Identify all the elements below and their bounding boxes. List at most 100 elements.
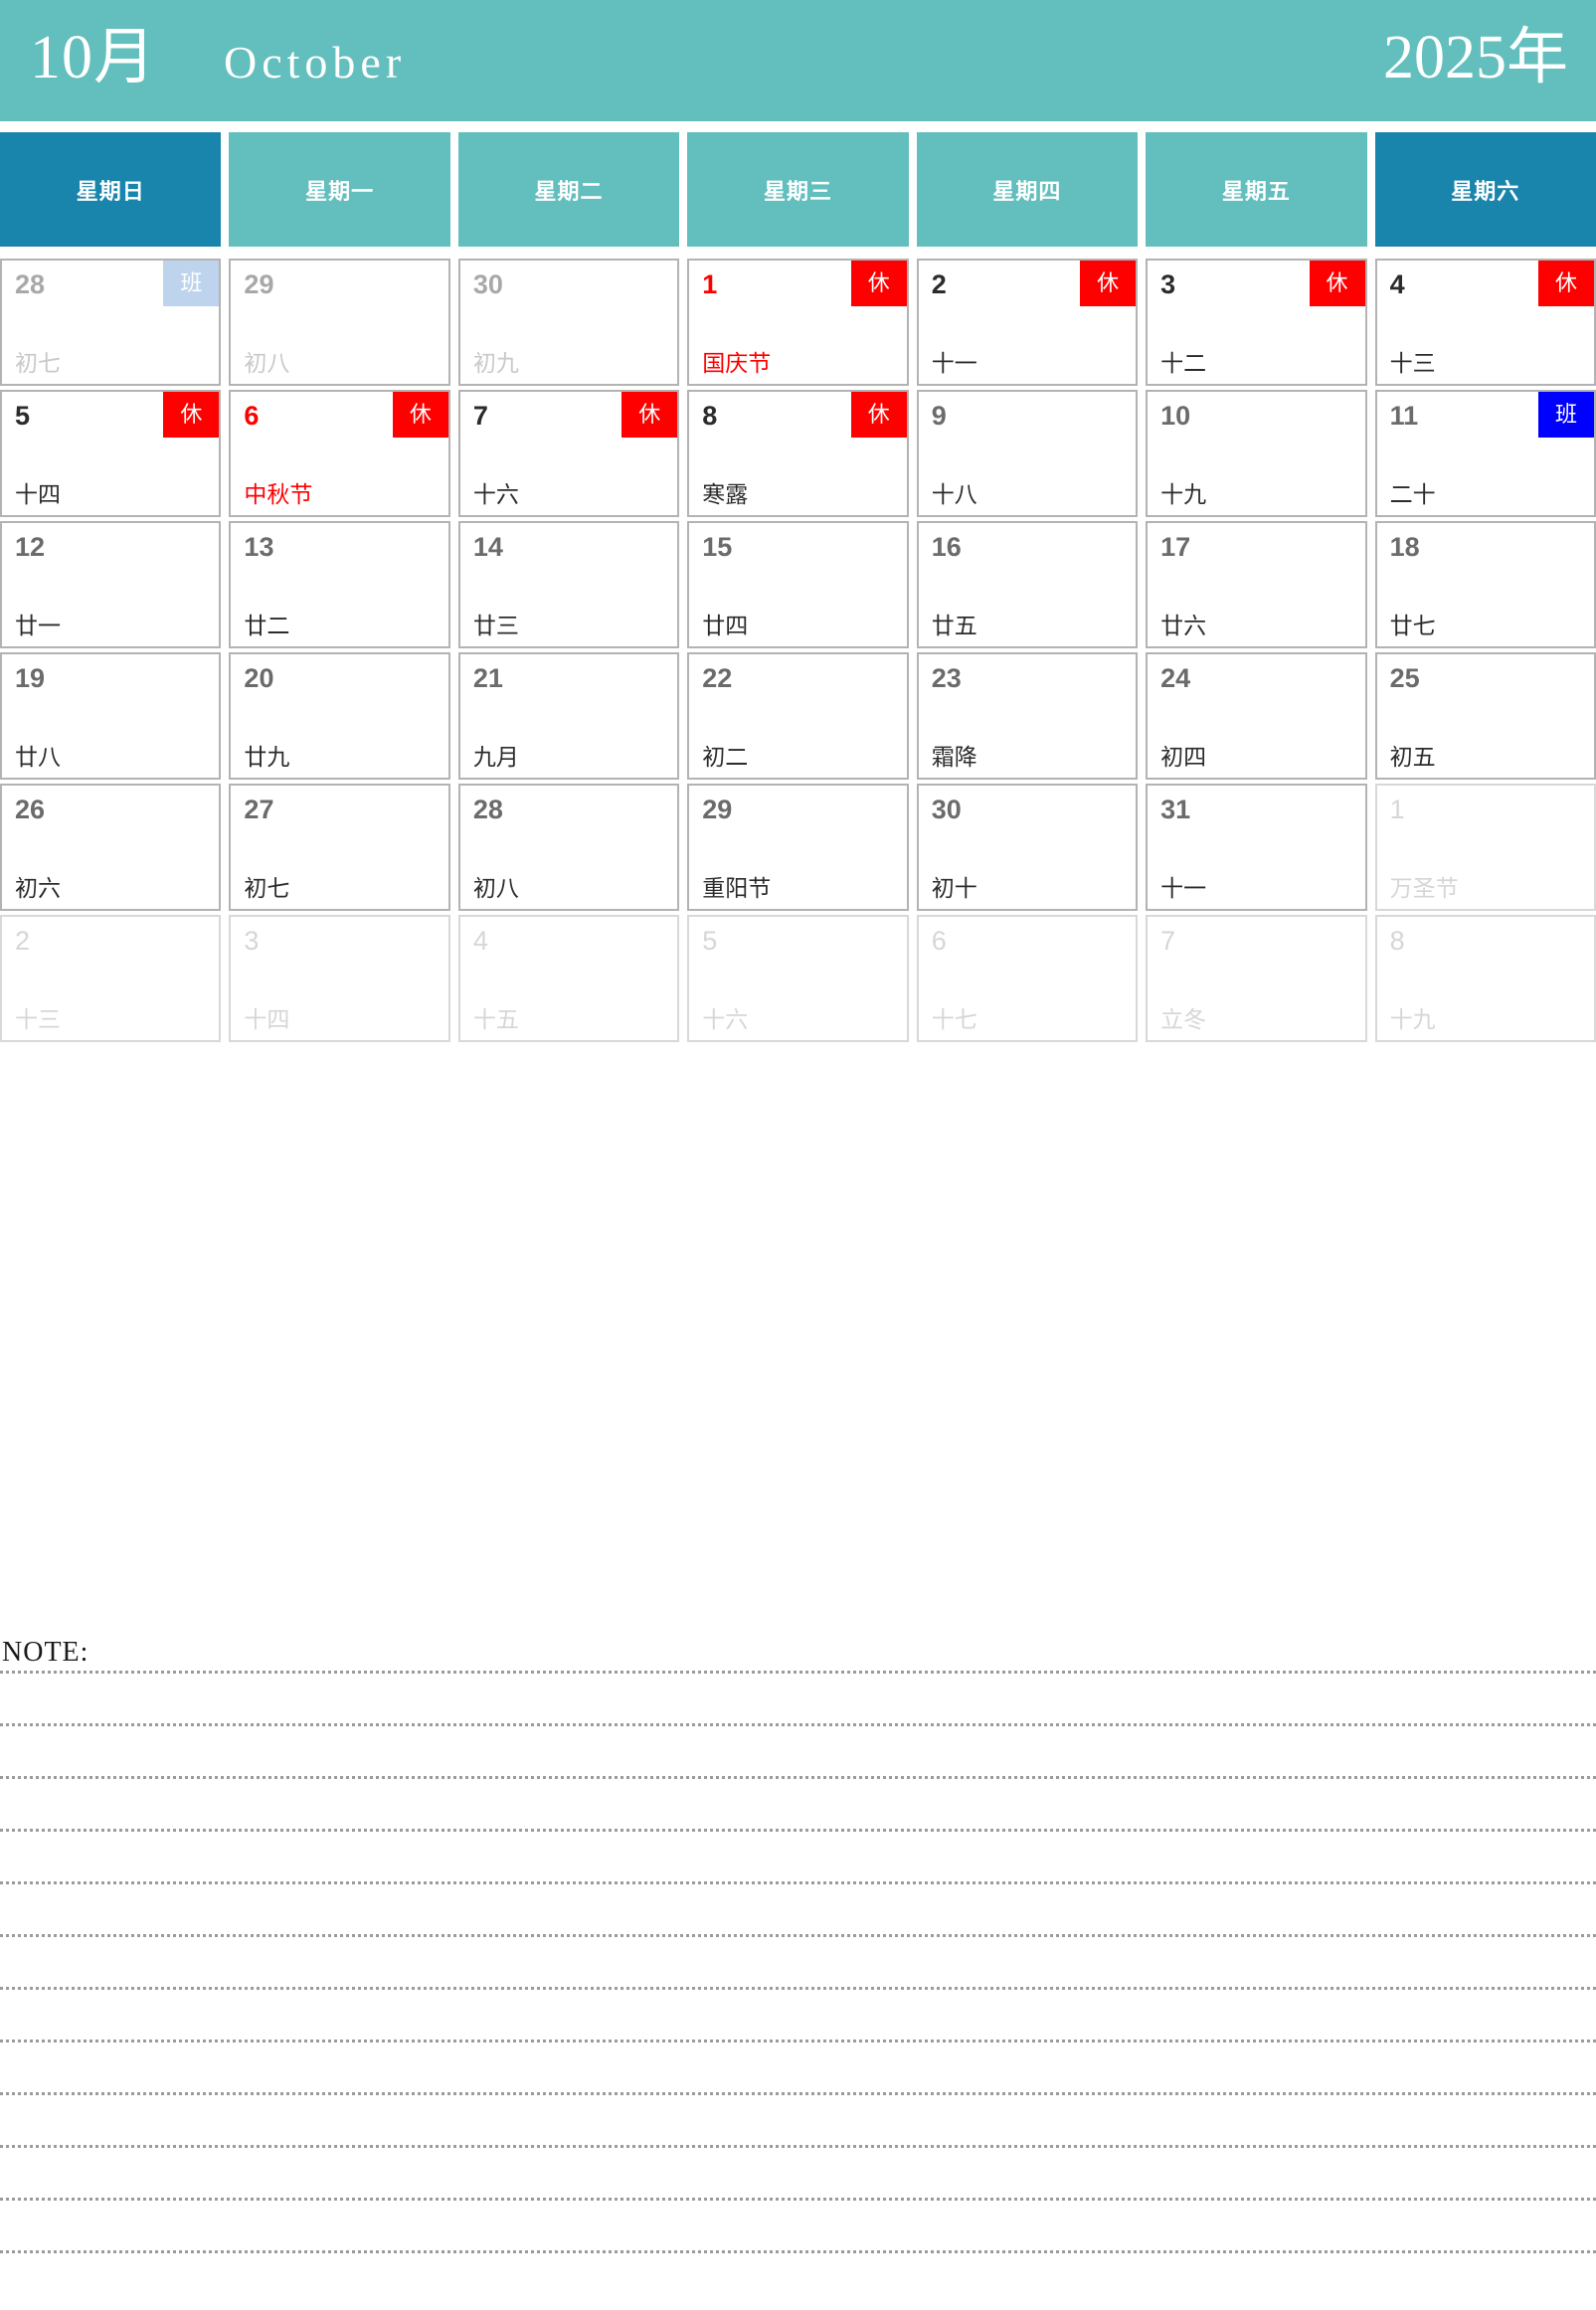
day-cell[interactable]: 11 班二十 bbox=[1374, 390, 1596, 517]
lunar-or-festival-label: 十一 bbox=[931, 351, 977, 376]
weekday-header-6: 星期六 bbox=[1374, 132, 1596, 247]
day-cell[interactable]: 18 廿七 bbox=[1374, 521, 1596, 648]
day-number: 5 bbox=[702, 926, 718, 956]
year-title: 2025年 bbox=[1382, 24, 1568, 91]
day-number: 11 bbox=[1389, 401, 1419, 431]
day-number: 4 bbox=[472, 926, 488, 956]
day-cell[interactable]: 28 初八 bbox=[457, 784, 680, 911]
lunar-or-festival-label: 万圣节 bbox=[1389, 876, 1459, 901]
lunar-or-festival-label: 中秋节 bbox=[244, 482, 313, 507]
weekday-header-3: 星期三 bbox=[687, 132, 909, 247]
day-cell[interactable]: 9 十八 bbox=[916, 390, 1139, 517]
day-cell[interactable]: 2 十三 bbox=[0, 915, 222, 1042]
lunar-or-festival-label: 十四 bbox=[15, 482, 61, 507]
day-cell[interactable]: 21 九月 bbox=[457, 652, 680, 780]
day-cell[interactable]: 27 初七 bbox=[229, 784, 450, 911]
day-cell[interactable]: 23 霜降 bbox=[916, 652, 1139, 780]
day-number: 6 bbox=[931, 926, 947, 956]
day-cell[interactable]: 16 廿五 bbox=[916, 521, 1139, 648]
lunar-or-festival-label: 十三 bbox=[15, 1007, 61, 1032]
note-line[interactable] bbox=[0, 1934, 1596, 1987]
note-line[interactable] bbox=[0, 1881, 1596, 1934]
note-line[interactable] bbox=[0, 1671, 1596, 1723]
day-cell[interactable]: 8 十九 bbox=[1374, 915, 1596, 1042]
day-cell[interactable]: 5 休十四 bbox=[0, 390, 222, 517]
lunar-or-festival-label: 初七 bbox=[15, 351, 61, 376]
lunar-or-festival-label: 初八 bbox=[244, 351, 290, 376]
note-line[interactable] bbox=[0, 1723, 1596, 1776]
day-cell[interactable]: 29 重阳节 bbox=[687, 784, 909, 911]
note-line[interactable] bbox=[0, 2250, 1596, 2303]
day-number: 27 bbox=[244, 795, 274, 824]
day-cell[interactable]: 4 休十三 bbox=[1374, 259, 1596, 386]
lunar-or-festival-label: 十九 bbox=[1160, 482, 1207, 507]
day-cell[interactable]: 14 廿三 bbox=[457, 521, 680, 648]
day-number: 23 bbox=[931, 663, 962, 693]
day-cell[interactable]: 8 休寒露 bbox=[687, 390, 909, 517]
day-cell[interactable]: 26 初六 bbox=[0, 784, 222, 911]
day-number: 15 bbox=[702, 532, 733, 562]
day-cell[interactable]: 1 万圣节 bbox=[1374, 784, 1596, 911]
day-cell[interactable]: 3 休十二 bbox=[1146, 259, 1367, 386]
day-cell[interactable]: 24 初四 bbox=[1146, 652, 1367, 780]
lunar-or-festival-label: 寒露 bbox=[702, 482, 749, 507]
day-cell[interactable]: 30 初九 bbox=[457, 259, 680, 386]
day-cell[interactable]: 15 廿四 bbox=[687, 521, 909, 648]
lunar-or-festival-label: 廿三 bbox=[472, 614, 519, 638]
day-number: 17 bbox=[1160, 532, 1191, 562]
day-cell[interactable]: 20 廿九 bbox=[229, 652, 450, 780]
lunar-or-festival-label: 廿九 bbox=[244, 745, 290, 770]
month-title-cn: 10月 bbox=[30, 24, 157, 91]
day-cell[interactable]: 10 十九 bbox=[1146, 390, 1367, 517]
day-cell[interactable]: 30 初十 bbox=[916, 784, 1139, 911]
day-cell[interactable]: 6 休中秋节 bbox=[229, 390, 450, 517]
day-cell[interactable]: 13 廿二 bbox=[229, 521, 450, 648]
note-line[interactable] bbox=[0, 2092, 1596, 2145]
work-day-badge: 班 bbox=[1538, 392, 1594, 438]
day-number: 21 bbox=[472, 663, 503, 693]
day-number: 4 bbox=[1389, 269, 1405, 299]
day-number: 28 bbox=[15, 269, 46, 299]
day-cell[interactable]: 17 廿六 bbox=[1146, 521, 1367, 648]
note-line[interactable] bbox=[0, 1987, 1596, 2040]
day-number: 28 bbox=[472, 795, 503, 824]
day-number: 22 bbox=[702, 663, 733, 693]
day-cell[interactable]: 5 十六 bbox=[687, 915, 909, 1042]
day-cell[interactable]: 1 休国庆节 bbox=[687, 259, 909, 386]
day-cell[interactable]: 6 十七 bbox=[916, 915, 1139, 1042]
note-line[interactable] bbox=[0, 2145, 1596, 2198]
rest-day-badge: 休 bbox=[1309, 261, 1365, 306]
day-cell[interactable]: 12 廿一 bbox=[0, 521, 222, 648]
day-number: 25 bbox=[1389, 663, 1420, 693]
day-cell[interactable]: 7 立冬 bbox=[1146, 915, 1367, 1042]
day-cell[interactable]: 3 十四 bbox=[229, 915, 450, 1042]
lunar-or-festival-label: 十六 bbox=[472, 482, 519, 507]
lunar-or-festival-label: 初九 bbox=[472, 351, 519, 376]
day-cell[interactable]: 29 初八 bbox=[229, 259, 450, 386]
note-line[interactable] bbox=[0, 2198, 1596, 2250]
day-cell[interactable]: 28 班初七 bbox=[0, 259, 222, 386]
note-section: NOTE: bbox=[0, 1636, 1596, 2292]
day-cell[interactable]: 7 休十六 bbox=[457, 390, 680, 517]
day-number: 29 bbox=[702, 795, 733, 824]
day-cell[interactable]: 31 十一 bbox=[1146, 784, 1367, 911]
lunar-or-festival-label: 初六 bbox=[15, 876, 61, 901]
note-line[interactable] bbox=[0, 1776, 1596, 1829]
lunar-or-festival-label: 重阳节 bbox=[702, 876, 772, 901]
note-lines[interactable] bbox=[0, 1671, 1596, 2303]
day-cell[interactable]: 19 廿八 bbox=[0, 652, 222, 780]
lunar-or-festival-label: 九月 bbox=[472, 745, 519, 770]
day-cell[interactable]: 4 十五 bbox=[457, 915, 680, 1042]
day-number: 24 bbox=[1160, 663, 1191, 693]
day-number: 30 bbox=[472, 269, 503, 299]
day-number: 26 bbox=[15, 795, 46, 824]
day-cell[interactable]: 2 休十一 bbox=[916, 259, 1139, 386]
day-number: 7 bbox=[1160, 926, 1176, 956]
day-cell[interactable]: 25 初五 bbox=[1374, 652, 1596, 780]
lunar-or-festival-label: 十七 bbox=[931, 1007, 977, 1032]
note-line[interactable] bbox=[0, 1829, 1596, 1881]
note-line[interactable] bbox=[0, 2040, 1596, 2092]
day-number: 14 bbox=[472, 532, 503, 562]
rest-day-badge: 休 bbox=[850, 261, 907, 306]
day-cell[interactable]: 22 初二 bbox=[687, 652, 909, 780]
